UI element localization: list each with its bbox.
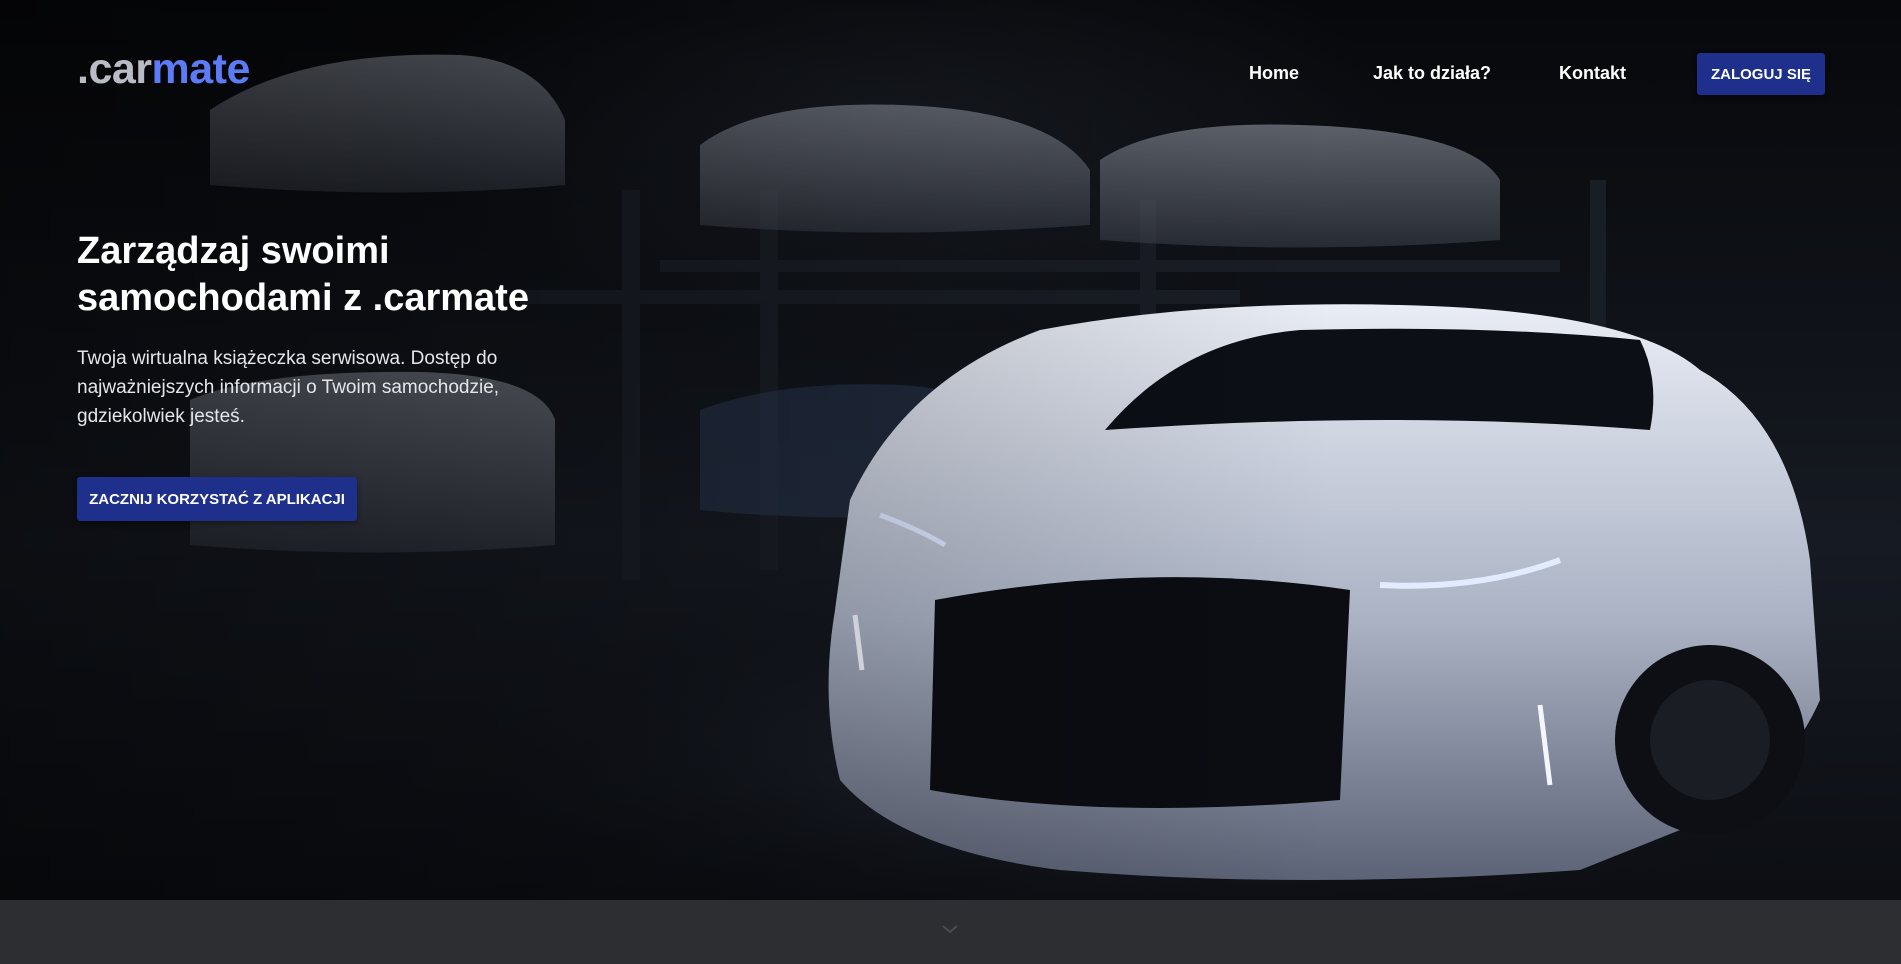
brand-logo[interactable]: .carmate [77,48,250,91]
bottom-strip [0,900,1901,964]
hero-section: .carmate Home Jak to działa? Kontakt ZAL… [0,0,1901,900]
hero-title-line-2: samochodami z .carmate [77,277,529,319]
logo-part-car: .car [77,45,152,93]
chevron-down-icon[interactable] [940,922,960,936]
login-button[interactable]: ZALOGUJ SIĘ [1697,53,1825,95]
start-using-app-button[interactable]: ZACZNIJ KORZYSTAĆ Z APLIKACJI [77,477,357,521]
hero-title: Zarządzaj swoimi samochodami z .carmate [77,228,597,322]
hero-overlay [0,0,1901,900]
hero-title-line-1: Zarządzaj swoimi [77,230,390,272]
nav-link-home[interactable]: Home [1249,63,1299,84]
nav-link-contact[interactable]: Kontakt [1559,63,1626,84]
nav-link-how-it-works[interactable]: Jak to działa? [1373,63,1491,84]
hero-subtitle: Twoja wirtualna książeczka serwisowa. Do… [77,348,500,427]
logo-part-mate: mate [151,45,251,93]
